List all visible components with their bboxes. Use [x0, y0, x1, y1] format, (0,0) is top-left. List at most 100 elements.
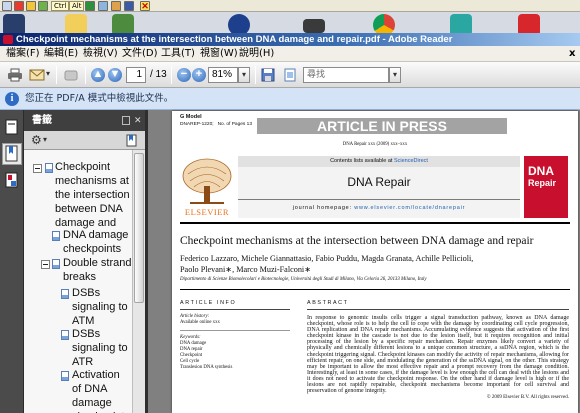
bookmark-item[interactable]: DSBs signaling to ATR	[72, 327, 131, 369]
print-icon[interactable]	[7, 68, 23, 85]
menu-tools[interactable]: 工具(T)	[161, 47, 195, 61]
image-icon[interactable]	[111, 1, 121, 11]
zoom-in-button[interactable]: +	[192, 68, 206, 82]
chevron-down-icon[interactable]: ▾	[43, 135, 47, 144]
bookmark-page-icon	[61, 289, 69, 299]
menu-file[interactable]: 檔案(F)	[6, 47, 40, 61]
journal-header: Contents lists available at ScienceDirec…	[238, 156, 520, 218]
info-message: 您正在 PDF/A 模式中檢視此文件。	[25, 93, 174, 104]
zoom-dropdown-button[interactable]: ▾	[238, 67, 250, 83]
pdfa-info-bar: i 您正在 PDF/A 模式中檢視此文件。	[0, 88, 580, 110]
keyword-item: DNA damage	[180, 341, 207, 346]
document-close-button[interactable]: x	[569, 47, 575, 61]
menu-edit[interactable]: 編輯(E)	[44, 47, 78, 61]
affiliation: Dipartimento di Scienze Biomolecolari e …	[180, 277, 427, 282]
close-icon[interactable]: ✕	[140, 1, 150, 11]
g-model-label: G Model	[180, 114, 202, 120]
hand-tool-icon[interactable]	[63, 68, 79, 85]
menu-window[interactable]: 視窗(W)	[200, 47, 238, 61]
section-rule	[180, 289, 570, 290]
previous-page-button[interactable]: ▲	[91, 68, 105, 82]
toolbar-separator	[171, 66, 172, 84]
bookmark-item[interactable]: Checkpoint mechanisms at the intersectio…	[55, 160, 131, 230]
menu-document[interactable]: 文件(D)	[122, 47, 158, 61]
fit-page-icon[interactable]	[283, 68, 297, 85]
bookmark-item[interactable]: DSBs signaling to ATM	[72, 286, 131, 328]
journal-reference: DNA Repair xxx (2009) xxx–xxx	[342, 142, 408, 147]
panel-close-icon[interactable]: ✕	[134, 115, 142, 126]
authors-line: Paolo Plevani∗, Marco Muzi-Falconi∗	[180, 265, 312, 274]
contents-prefix: Contents lists available at	[330, 158, 394, 164]
page-number-input[interactable]: 1	[126, 67, 146, 83]
save-icon[interactable]	[261, 68, 275, 85]
bookmarks-scrollbar[interactable]	[132, 150, 145, 413]
homepage-label: journal homepage:	[292, 205, 355, 211]
bookmark-item[interactable]: Double strand breaks	[63, 256, 132, 284]
expand-bookmark-icon[interactable]	[126, 134, 138, 150]
app-shortcut-icon[interactable]	[2, 1, 12, 11]
elsevier-logo: ELSEVIER	[180, 156, 234, 218]
bookmark-item[interactable]: Activation of DNA damage checkpoints	[72, 368, 131, 413]
menu-bar: 檔案(F) 編輯(E) 檢視(V) 文件(D) 工具(T) 視窗(W) 說明(H…	[0, 46, 580, 62]
app-shortcut-icon[interactable]	[38, 1, 48, 11]
homepage-link[interactable]: www.elsevier.com/locate/dnarepair	[354, 205, 465, 211]
search-input[interactable]: 尋找	[303, 67, 389, 83]
chevron-down-icon[interactable]: ▾	[46, 69, 50, 78]
elsevier-wordmark: ELSEVIER	[184, 207, 230, 217]
article-title: Checkpoint mechanisms at the intersectio…	[180, 235, 534, 247]
toolbar: ▾ ▲ ▼ 1 / 13 − + 81% ▾ 尋找 ▾	[0, 62, 580, 88]
journal-homepage: journal homepage: www.elsevier.com/locat…	[238, 205, 520, 211]
bookmarks-panel-header: 書籤 ✕	[24, 110, 147, 131]
computer-icon[interactable]	[98, 1, 108, 11]
abstract-heading: ABSTRACT	[307, 300, 349, 306]
bookmark-page-icon	[52, 231, 60, 241]
bookmark-page-icon	[61, 330, 69, 340]
article-in-press-text: ARTICLE IN PRESS	[317, 118, 447, 134]
panel-options-icon[interactable]	[122, 116, 130, 125]
ctrl-key-button[interactable]: Ctrl	[51, 1, 70, 11]
zoom-out-button[interactable]: −	[177, 68, 191, 82]
keyword-item: Checkpoint	[180, 353, 203, 358]
sciencedirect-link[interactable]: ScienceDirect	[394, 158, 428, 164]
collapse-toggle-icon[interactable]	[41, 260, 50, 269]
quick-launch-bar: Ctrl Alt ✕	[0, 0, 580, 12]
alt-key-button[interactable]: Alt	[69, 1, 85, 11]
journal-cover: DNA Repair	[524, 156, 568, 218]
cover-title-line: DNA	[528, 164, 554, 178]
app-shortcut-icon[interactable]	[85, 1, 95, 11]
search-dropdown-button[interactable]: ▾	[389, 67, 401, 83]
email-icon[interactable]	[29, 69, 45, 84]
article-info-heading: ARTICLE INFO	[180, 300, 237, 306]
journal-name: DNA Repair	[347, 175, 411, 189]
floppy-icon[interactable]	[124, 1, 134, 11]
signatures-icon[interactable]	[5, 172, 19, 193]
abstract-text: In response to genomic insults cells tri…	[307, 315, 569, 395]
history-label: Article history:	[180, 314, 210, 319]
toolbar-separator	[56, 66, 57, 84]
copyright-notice: © 2009 Elsevier B.V. All rights reserved…	[486, 395, 569, 401]
bookmark-page-icon	[61, 371, 69, 381]
bookmarks-icon[interactable]	[2, 143, 22, 165]
desktop-icon[interactable]	[303, 19, 325, 33]
app-shortcut-icon[interactable]	[14, 1, 24, 11]
adobe-reader-icon	[3, 35, 13, 44]
menu-view[interactable]: 檢視(V)	[83, 47, 118, 61]
scrollbar-thumb[interactable]	[134, 153, 144, 303]
cover-title-line: Repair	[528, 178, 557, 188]
elsevier-tree-icon	[182, 158, 232, 204]
collapse-toggle-icon[interactable]	[33, 164, 42, 173]
menu-help[interactable]: 說明(H)	[239, 47, 274, 61]
keyword-item: Translesion DNA synthesis	[180, 365, 233, 370]
toolbar-separator	[255, 66, 256, 84]
gear-icon[interactable]: ⚙	[31, 133, 42, 147]
manuscript-id: DNAREP-1220; No. of Pages 13	[180, 122, 252, 127]
bookmark-page-icon	[45, 163, 53, 173]
app-shortcut-icon[interactable]	[26, 1, 36, 11]
bookmark-page-icon	[52, 259, 60, 269]
bookmark-item[interactable]: DNA damage checkpoints	[63, 228, 132, 256]
window-title-bar[interactable]: Checkpoint mechanisms at the intersectio…	[0, 33, 580, 46]
next-page-button[interactable]: ▼	[108, 68, 122, 82]
page-thumbnails-icon[interactable]	[5, 119, 19, 138]
zoom-level-input[interactable]: 81%	[208, 67, 238, 83]
info-rule	[180, 309, 290, 310]
